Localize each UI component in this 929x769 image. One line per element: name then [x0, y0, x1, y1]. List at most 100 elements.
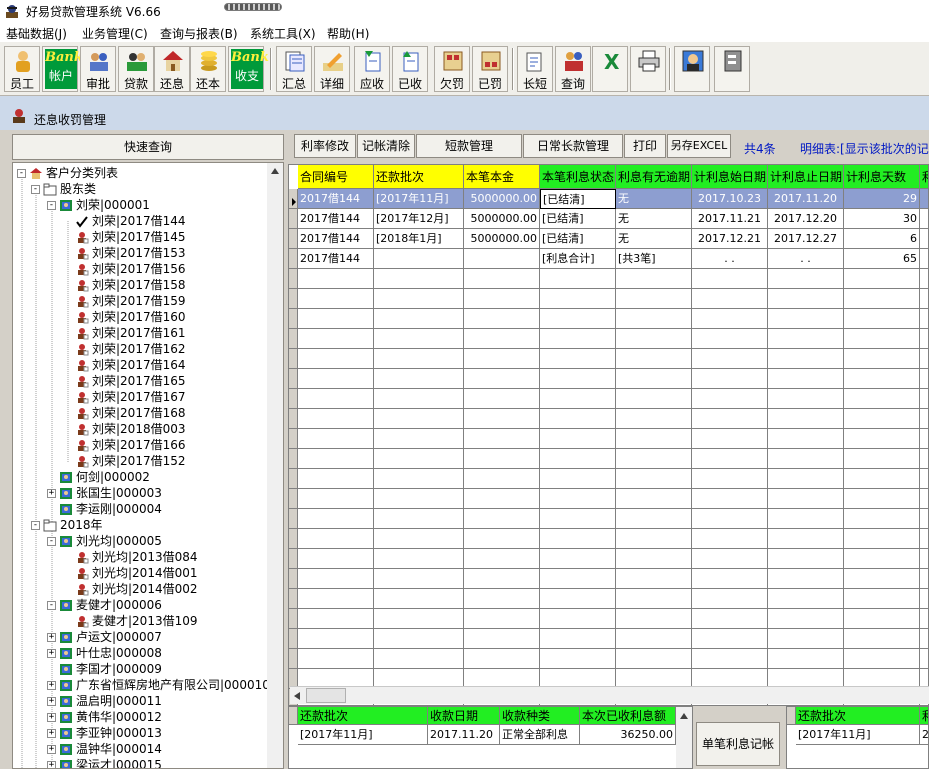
save-excel-button[interactable]: 另存EXCEL	[667, 134, 731, 158]
tree-customer[interactable]: + 李亚钟|000013	[47, 725, 162, 741]
empty-cell[interactable]	[692, 429, 768, 449]
empty-cell[interactable]	[768, 589, 844, 609]
empty-cell[interactable]	[464, 449, 540, 469]
empty-cell[interactable]	[374, 289, 464, 309]
empty-cell[interactable]	[540, 409, 616, 429]
empty-cell[interactable]	[844, 589, 920, 609]
empty-cell[interactable]	[464, 509, 540, 529]
empty-cell[interactable]	[692, 589, 768, 609]
table-cell[interactable]: 2017.11.20	[428, 725, 500, 745]
collapse-icon[interactable]: -	[47, 537, 56, 546]
empty-cell[interactable]	[920, 449, 928, 469]
short-loan-button[interactable]: 短款管理	[416, 134, 522, 158]
empty-cell[interactable]	[768, 349, 844, 369]
empty-cell[interactable]	[298, 509, 374, 529]
empty-cell[interactable]	[692, 629, 768, 649]
empty-cell[interactable]	[540, 569, 616, 589]
empty-cell[interactable]	[374, 629, 464, 649]
expand-icon[interactable]: +	[47, 729, 56, 738]
empty-cell[interactable]	[374, 589, 464, 609]
scroll-left-arrow-icon[interactable]	[293, 692, 301, 700]
tree-customer[interactable]: - 刘荣|000001	[47, 197, 150, 213]
empty-cell[interactable]	[768, 329, 844, 349]
empty-cell[interactable]	[464, 549, 540, 569]
empty-cell[interactable]	[616, 529, 692, 549]
table-cell[interactable]: 无	[616, 189, 692, 209]
repay-principal-button[interactable]: 还本	[190, 46, 226, 92]
table-cell[interactable]: [已结清]	[540, 229, 616, 249]
empty-cell[interactable]	[920, 429, 928, 449]
empty-cell[interactable]	[768, 469, 844, 489]
table-cell[interactable]: 2017.12.21	[692, 229, 768, 249]
empty-cell[interactable]	[374, 409, 464, 429]
column-header[interactable]: 还款批次	[796, 707, 920, 725]
expand-icon[interactable]: +	[47, 649, 56, 658]
table-cell[interactable]: [共3笔]	[616, 249, 692, 269]
tree-root[interactable]: - 客户分类列表	[17, 165, 118, 181]
expand-icon[interactable]: +	[47, 761, 56, 768]
grid2-scrollbar[interactable]	[676, 707, 692, 768]
empty-cell[interactable]	[540, 309, 616, 329]
empty-cell[interactable]	[920, 329, 928, 349]
empty-cell[interactable]	[920, 529, 928, 549]
empty-cell[interactable]	[616, 269, 692, 289]
empty-cell[interactable]	[464, 329, 540, 349]
received-interest-grid[interactable]: 还款批次 [2017年11月] 收款日期 2017.11.20 收款种类 正常全部利息 本次…	[288, 706, 693, 769]
empty-cell[interactable]	[616, 509, 692, 529]
empty-cell[interactable]	[920, 609, 928, 629]
row-marker[interactable]	[289, 369, 298, 389]
table-cell[interactable]: [利息合计]	[540, 249, 616, 269]
menu-query-report[interactable]: 查询与报表(B)	[160, 25, 238, 42]
empty-cell[interactable]	[692, 309, 768, 329]
column-header[interactable]: 本次已收利息额	[580, 707, 676, 725]
received-button[interactable]: 已收	[392, 46, 428, 92]
collapse-icon[interactable]: -	[17, 169, 26, 178]
tree-loan-item[interactable]: 刘荣|2017借144	[75, 213, 186, 229]
empty-cell[interactable]	[616, 389, 692, 409]
menu-help[interactable]: 帮助(H)	[327, 25, 369, 42]
empty-cell[interactable]	[540, 649, 616, 669]
table-cell[interactable]: 2017.10.23	[692, 189, 768, 209]
tree-loan-item[interactable]: 刘荣|2017借162	[75, 341, 186, 357]
empty-cell[interactable]	[374, 369, 464, 389]
row-marker[interactable]	[289, 349, 298, 369]
empty-cell[interactable]	[374, 269, 464, 289]
table-cell[interactable]: 2017借144	[298, 229, 374, 249]
rate-edit-button[interactable]: 利率修改	[294, 134, 356, 158]
row-marker[interactable]	[289, 649, 298, 669]
tree-loan-item[interactable]: 刘荣|2017借160	[75, 309, 186, 325]
table-cell[interactable]: [已结清]	[540, 209, 616, 229]
collapse-icon[interactable]: -	[31, 521, 40, 530]
row-marker[interactable]	[289, 409, 298, 429]
column-header[interactable]: 计利息始日期	[692, 165, 768, 189]
tree-loan-item[interactable]: 刘光均|2014借001	[75, 565, 198, 581]
user-profile-button[interactable]	[674, 46, 710, 92]
empty-cell[interactable]	[298, 289, 374, 309]
empty-cell[interactable]	[616, 329, 692, 349]
empty-cell[interactable]	[298, 569, 374, 589]
approve-button[interactable]: 审批	[80, 46, 116, 92]
row-marker[interactable]	[289, 569, 298, 589]
employee-button[interactable]: 员工	[4, 46, 40, 92]
empty-cell[interactable]	[920, 369, 928, 389]
empty-cell[interactable]	[692, 549, 768, 569]
empty-cell[interactable]	[298, 589, 374, 609]
empty-cell[interactable]	[844, 329, 920, 349]
empty-cell[interactable]	[464, 309, 540, 329]
empty-cell[interactable]	[298, 329, 374, 349]
expand-icon[interactable]: +	[47, 681, 56, 690]
row-marker[interactable]	[289, 609, 298, 629]
empty-cell[interactable]	[298, 629, 374, 649]
collapse-icon[interactable]: -	[31, 185, 40, 194]
table-cell[interactable]: 2017借144	[298, 209, 374, 229]
empty-cell[interactable]	[464, 269, 540, 289]
column-header[interactable]: 还款批次	[374, 165, 464, 189]
empty-cell[interactable]	[616, 569, 692, 589]
empty-cell[interactable]	[464, 289, 540, 309]
grid-horizontal-scrollbar[interactable]	[290, 686, 929, 704]
table-cell[interactable]: 2017.12.27	[768, 229, 844, 249]
empty-cell[interactable]	[768, 309, 844, 329]
table-cell[interactable]: 2017.11.21	[692, 209, 768, 229]
empty-cell[interactable]	[540, 369, 616, 389]
empty-cell[interactable]	[464, 529, 540, 549]
